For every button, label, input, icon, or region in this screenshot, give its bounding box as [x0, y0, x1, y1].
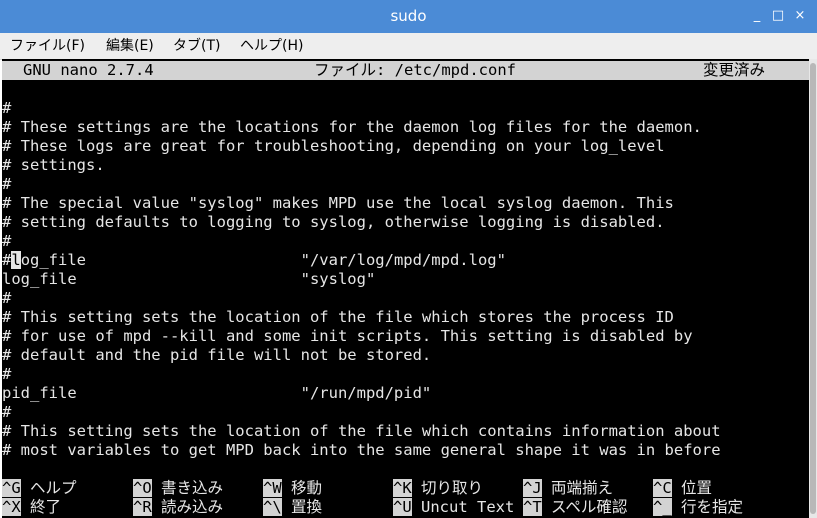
minimize-button[interactable]: _ — [747, 0, 767, 33]
shortcut-uncut-text[interactable]: ^U Uncut Text — [393, 498, 514, 517]
text-line[interactable]: # The special value "syslog" makes MPD u… — [2, 194, 809, 213]
text-line[interactable] — [2, 80, 809, 99]
shortcut-cur-pos[interactable]: ^C 位置 — [653, 479, 712, 498]
text-line[interactable]: # default and the pid file will not be s… — [2, 346, 809, 365]
text-line[interactable]: # These settings are the locations for t… — [2, 118, 809, 137]
text-line[interactable]: # These logs are great for troubleshooti… — [2, 137, 809, 156]
shortcut-exit[interactable]: ^X 終了 — [2, 498, 61, 517]
title-bar[interactable]: sudo _ □ × — [0, 0, 817, 33]
shortcut-help[interactable]: ^G ヘルプ — [2, 479, 77, 498]
nano-version: GNU nano 2.7.4 — [23, 61, 154, 79]
menu-bar: ファイル(F) 編集(E) タブ(T) ヘルプ(H) — [0, 33, 817, 60]
text-line[interactable]: # most variables to get MPD back into th… — [2, 441, 809, 460]
text-line[interactable] — [2, 460, 809, 479]
nano-filename: ファイル: /etc/mpd.conf — [314, 61, 516, 79]
text-segment: # — [2, 251, 12, 269]
text-line[interactable]: pid_file "/run/mpd/pid" — [2, 384, 809, 403]
window-title: sudo — [390, 7, 427, 25]
text-segment: og_file "/var/log/mpd/mpd.log" — [20, 251, 506, 269]
text-line[interactable]: # settings. — [2, 156, 809, 175]
shortcut-go-to-line[interactable]: ^_ 行を指定 — [653, 498, 743, 517]
shortcut-read-file[interactable]: ^R 読み込み — [133, 498, 223, 517]
shortcut-row-2: ^X 終了 ^R 読み込み ^\ 置換 ^U Uncut Text ^T スペル… — [2, 498, 809, 517]
menu-tabs[interactable]: タブ(T) — [173, 33, 220, 59]
terminal-area[interactable]: GNU nano 2.7.4 ファイル: /etc/mpd.conf 変更済み … — [2, 59, 809, 518]
text-line[interactable]: log_file "syslog" — [2, 270, 809, 289]
shortcut-justify[interactable]: ^J 両端揃え — [523, 479, 613, 498]
menu-edit[interactable]: 編集(E) — [106, 33, 154, 59]
text-line[interactable]: # This setting sets the location of the … — [2, 308, 809, 327]
text-line[interactable]: # This setting sets the location of the … — [2, 422, 809, 441]
menu-file[interactable]: ファイル(F) — [10, 33, 85, 59]
shortcut-cut-text[interactable]: ^K 切り取り — [393, 479, 483, 498]
shortcut-spell-check[interactable]: ^T スペル確認 — [523, 498, 627, 517]
close-button[interactable]: × — [790, 0, 810, 33]
nano-modified-status: 変更済み — [703, 61, 766, 79]
text-line[interactable]: # — [2, 365, 809, 384]
shortcut-where-is[interactable]: ^W 移動 — [263, 479, 322, 498]
scrollbar-thumb[interactable] — [810, 63, 816, 514]
shortcut-write-out[interactable]: ^O 書き込み — [133, 479, 223, 498]
text-line[interactable]: # setting defaults to logging to syslog,… — [2, 213, 809, 232]
text-line[interactable]: # — [2, 99, 809, 118]
text-line[interactable]: # for use of mpd --kill and some init sc… — [2, 327, 809, 346]
text-line[interactable]: # — [2, 403, 809, 422]
terminal-window: sudo _ □ × ファイル(F) 編集(E) タブ(T) ヘルプ(H) GN… — [0, 0, 817, 518]
text-line[interactable]: # — [2, 232, 809, 251]
nano-header: GNU nano 2.7.4 ファイル: /etc/mpd.conf 変更済み — [2, 61, 809, 80]
text-line[interactable]: # — [2, 175, 809, 194]
text-cursor: l — [11, 251, 21, 269]
shortcut-replace[interactable]: ^\ 置換 — [263, 498, 322, 517]
shortcut-row-1: ^G ヘルプ ^O 書き込み ^W 移動 ^K 切り取り ^J 両端揃え ^C … — [2, 479, 809, 498]
text-line-cursor[interactable]: #log_file "/var/log/mpd/mpd.log" — [2, 251, 809, 270]
scrollbar[interactable] — [809, 59, 817, 518]
text-line[interactable]: # — [2, 289, 809, 308]
maximize-button[interactable]: □ — [768, 0, 788, 33]
menu-help[interactable]: ヘルプ(H) — [240, 33, 303, 59]
